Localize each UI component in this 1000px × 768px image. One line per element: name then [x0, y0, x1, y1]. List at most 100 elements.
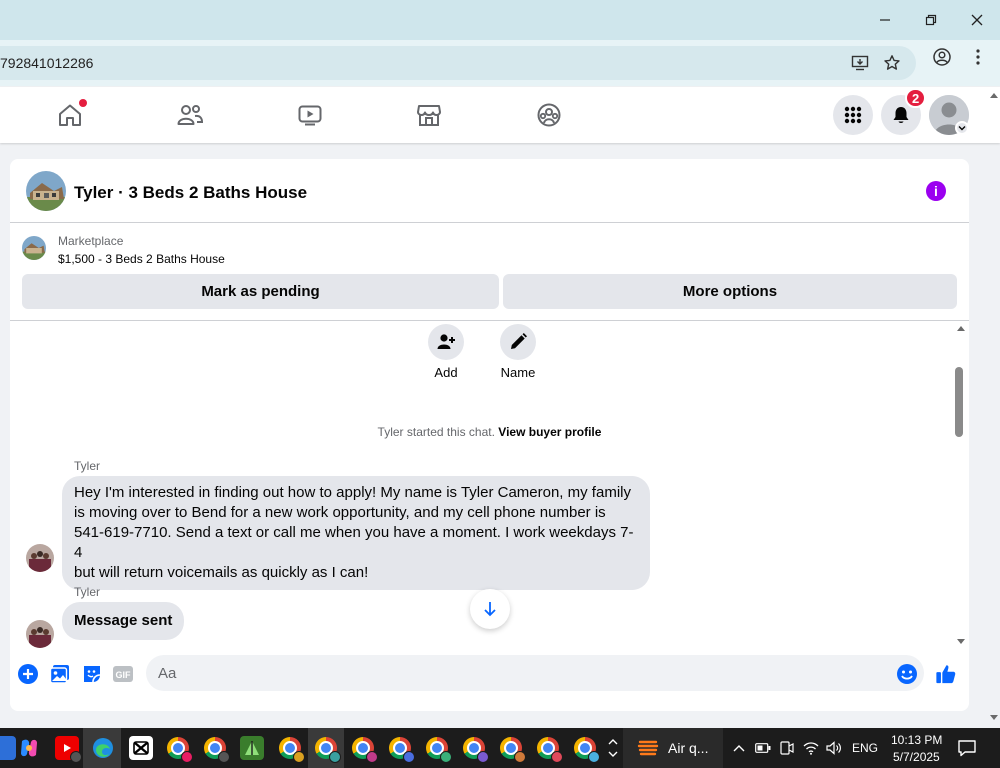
emoji-button[interactable]	[896, 663, 918, 685]
taskbar-app-partial[interactable]	[0, 736, 16, 760]
close-window-button[interactable]	[954, 0, 1000, 40]
taskbar-chrome[interactable]	[166, 736, 193, 763]
browser-menu-icon[interactable]	[968, 47, 988, 67]
show-hidden-icons[interactable]	[730, 736, 748, 760]
language-indicator[interactable]: ENG	[852, 741, 878, 755]
capcut-icon	[133, 741, 149, 755]
add-person-icon	[437, 334, 455, 349]
weather-widget[interactable]: Air q...	[623, 728, 723, 768]
taskbar-copilot[interactable]	[17, 736, 41, 760]
like-button[interactable]	[935, 663, 957, 685]
nav-groups[interactable]	[535, 101, 563, 129]
thread-scrollbar[interactable]	[953, 321, 969, 649]
sender-avatar[interactable]	[26, 620, 54, 648]
profile-badge	[514, 751, 526, 763]
taskbar-chrome[interactable]	[351, 736, 378, 763]
more-actions-button[interactable]	[17, 663, 39, 685]
camera-tray[interactable]	[778, 736, 796, 760]
account-chevron[interactable]	[955, 121, 969, 135]
address-bar[interactable]: 792841012286	[0, 46, 916, 80]
install-app-icon[interactable]	[850, 53, 870, 73]
attach-photo-button[interactable]	[49, 663, 71, 685]
message-thread[interactable]: Add Name Tyler started this chat. View b…	[10, 321, 969, 649]
profile-badge	[218, 751, 230, 763]
grid-icon	[844, 106, 862, 124]
system-message-text: Tyler started this chat.	[377, 425, 495, 439]
browser-toolbar: 792841012286	[0, 40, 1000, 86]
name-chat-button[interactable]	[500, 324, 536, 360]
weather-label: Air q...	[668, 740, 709, 756]
speaker-icon	[826, 741, 841, 755]
scroll-to-bottom-button[interactable]	[470, 589, 510, 629]
air-quality-icon	[637, 740, 659, 756]
wifi-icon	[803, 742, 819, 755]
gif-button[interactable]: GIF	[112, 663, 134, 685]
pencil-icon	[511, 333, 527, 349]
taskbar-chrome[interactable]	[499, 736, 526, 763]
restore-button[interactable]	[908, 0, 954, 40]
plus-circle-icon	[18, 664, 38, 684]
battery-tray[interactable]	[754, 736, 772, 760]
profile-badge	[366, 751, 378, 763]
nav-friends[interactable]	[176, 101, 204, 129]
scrollbar-thumb-icon	[955, 326, 965, 644]
page-scrollbar[interactable]	[988, 87, 1000, 727]
taskbar-chrome[interactable]	[536, 736, 563, 763]
profile-badge	[181, 751, 193, 763]
nav-marketplace[interactable]	[415, 101, 443, 129]
profile-badge	[440, 751, 452, 763]
message-line: Message sent	[74, 612, 173, 629]
video-icon	[298, 105, 322, 126]
message-line: is moving over to Bend for a new work op…	[74, 504, 606, 521]
taskbar-edge[interactable]	[91, 736, 115, 760]
bookmark-star-icon[interactable]	[882, 53, 902, 73]
minimize-button[interactable]	[862, 0, 908, 40]
view-buyer-profile-link[interactable]: View buyer profile	[498, 425, 601, 439]
profile-icon[interactable]	[932, 47, 952, 67]
message-bubble[interactable]: Message sent	[62, 602, 185, 640]
taskbar-youtube[interactable]	[55, 736, 82, 763]
taskbar-chrome[interactable]	[462, 736, 489, 763]
chat-bubble-icon	[958, 740, 976, 757]
taskbar-chrome-active[interactable]	[314, 736, 341, 763]
groups-icon	[537, 103, 561, 127]
marketplace-icon	[417, 105, 441, 126]
volume-tray[interactable]	[825, 736, 843, 760]
home-icon	[59, 104, 81, 126]
taskbar-scroll[interactable]	[606, 736, 620, 760]
menu-grid-button[interactable]	[833, 95, 873, 135]
message-bubble[interactable]: Hey I'm interested in finding out how to…	[62, 476, 650, 590]
chat-info-button[interactable]: i	[926, 181, 946, 201]
url-text[interactable]: 792841012286	[0, 55, 93, 71]
message-sender: Tyler	[74, 585, 101, 599]
house-photo-icon	[26, 171, 66, 211]
sticker-button[interactable]	[81, 663, 103, 685]
taskbar-chrome[interactable]	[425, 736, 452, 763]
nav-video[interactable]	[296, 101, 324, 129]
taskbar-app-green[interactable]	[240, 736, 264, 760]
friends-icon	[177, 105, 204, 125]
sticker-icon	[84, 666, 101, 683]
listing-title[interactable]: $1,500 - 3 Beds 2 Baths House	[58, 252, 225, 266]
taskbar-chrome[interactable]	[278, 736, 305, 763]
add-label: Add	[434, 365, 458, 380]
wifi-tray[interactable]	[802, 736, 820, 760]
listing-avatar[interactable]	[26, 171, 66, 211]
more-options-button[interactable]: More options	[503, 274, 957, 309]
message-input[interactable]	[146, 655, 924, 691]
clock-time[interactable]: 10:13 PM	[891, 733, 942, 747]
taskbar-capcut[interactable]	[129, 736, 153, 760]
notification-center[interactable]	[955, 736, 979, 760]
taskbar-chrome[interactable]	[388, 736, 415, 763]
notification-count-badge: 2	[905, 88, 927, 108]
edge-icon	[93, 738, 113, 758]
mark-as-pending-button[interactable]: Mark as pending	[22, 274, 499, 309]
listing-thumbnail[interactable]	[22, 236, 46, 260]
taskbar-chrome[interactable]	[573, 736, 600, 763]
sender-avatar[interactable]	[26, 544, 54, 572]
add-person-button[interactable]	[428, 324, 464, 360]
scroll-arrows-icon	[608, 739, 618, 757]
taskbar-chrome[interactable]	[203, 736, 230, 763]
clock-date[interactable]: 5/7/2025	[893, 750, 940, 764]
house-thumbnail-icon	[22, 236, 46, 260]
